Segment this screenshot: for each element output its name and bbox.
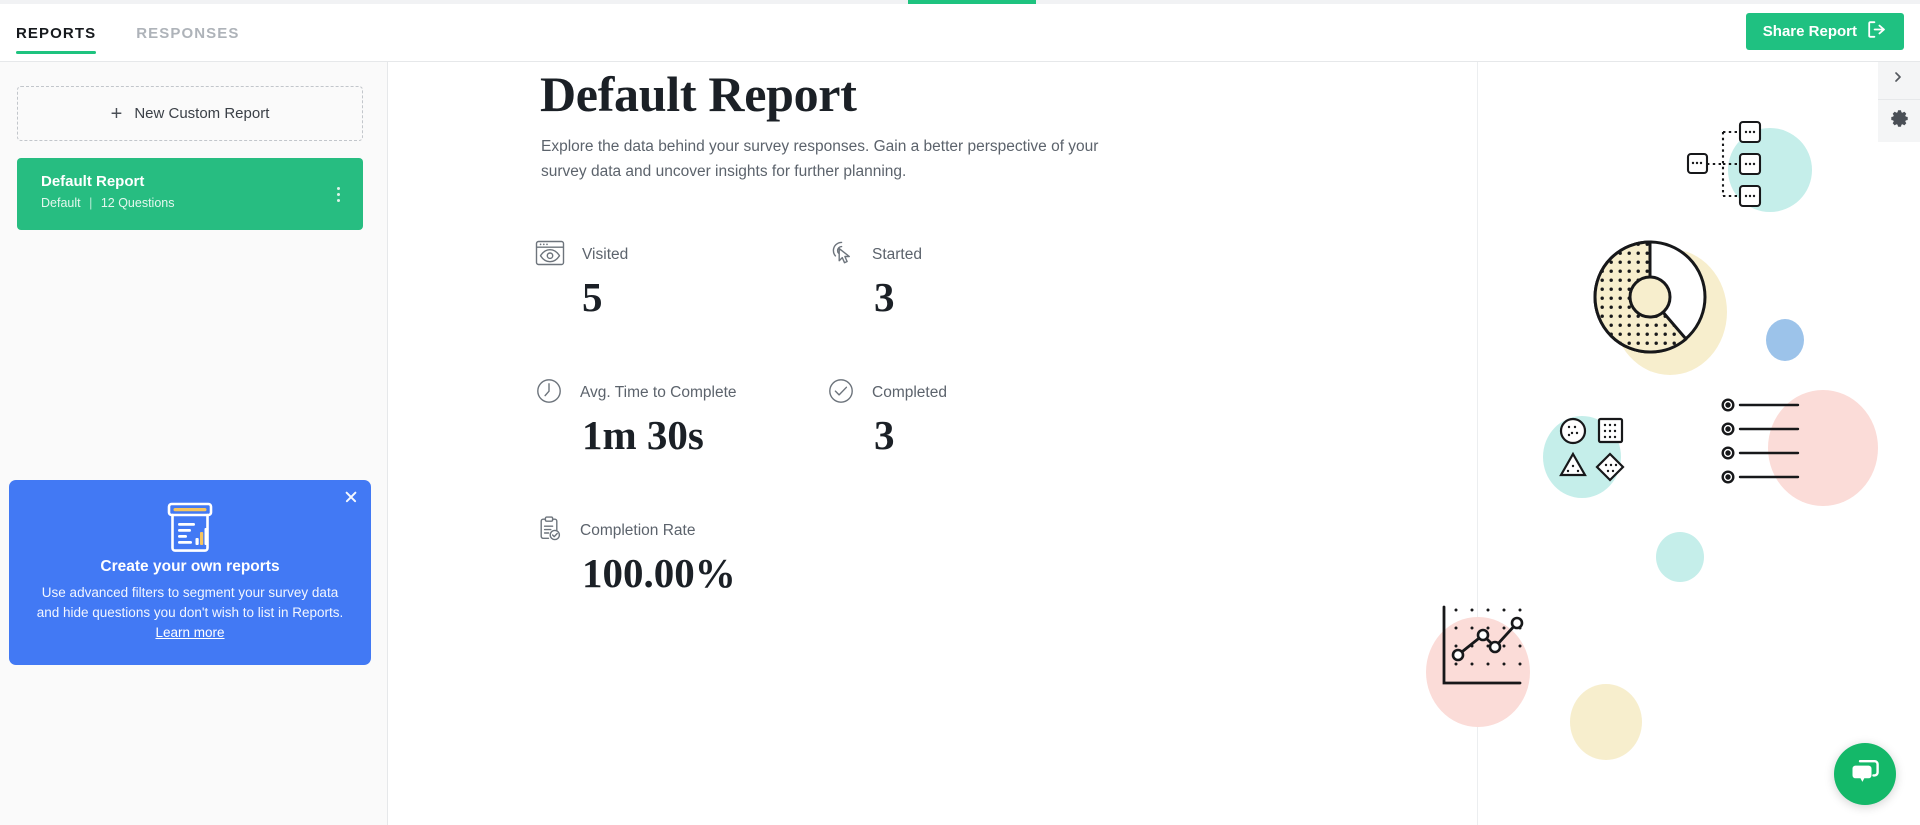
sidebar-item-default-report[interactable]: Default Report Default | 12 Questions — [17, 158, 363, 230]
page-title: Default Report — [540, 66, 857, 122]
tab-reports[interactable]: REPORTS — [16, 0, 97, 62]
stat-avg-time-label: Avg. Time to Complete — [580, 384, 737, 401]
clipboard-check-icon — [534, 514, 564, 549]
stat-completed-label: Completed — [872, 384, 947, 401]
rail-settings-button[interactable] — [1878, 100, 1920, 142]
blob-mint-mid — [1543, 416, 1621, 498]
new-custom-report-button[interactable]: + New Custom Report — [17, 86, 363, 141]
browser-eye-icon — [534, 239, 566, 272]
stats-row-3: Completion Rate 100.00% — [534, 514, 1054, 598]
shapes-dots — [1566, 423, 1618, 473]
kebab-menu-icon[interactable] — [329, 184, 347, 204]
line-chart-icon — [1442, 605, 1524, 685]
new-custom-report-label: New Custom Report — [134, 105, 270, 122]
gear-icon — [1890, 109, 1909, 133]
check-circle-icon — [826, 376, 856, 411]
right-settings-rail — [1878, 62, 1920, 825]
sitemap-icon — [1686, 120, 1762, 208]
promo-title: Create your own reports — [100, 558, 280, 575]
click-cursor-icon — [826, 238, 856, 273]
blob-mint-top — [1728, 128, 1812, 212]
report-card-meta: Default | 12 Questions — [41, 196, 175, 210]
plus-icon: + — [110, 102, 123, 125]
report-card-type: Default — [41, 196, 81, 210]
stat-visited-value: 5 — [582, 274, 603, 320]
stat-avg-time: Avg. Time to Complete 1m 30s — [534, 378, 826, 460]
stats-row-1: Visited 5 Started 3 — [534, 240, 1054, 322]
progress-bar-fill — [908, 0, 1036, 4]
page-description: Explore the data behind your survey resp… — [541, 138, 1099, 180]
report-card-title: Default Report — [41, 173, 145, 190]
chevron-icon — [1892, 71, 1907, 91]
blob-blue — [1766, 319, 1804, 361]
tab-reports-label: REPORTS — [16, 24, 97, 42]
nav-tabs: REPORTS RESPONSES — [16, 0, 239, 62]
stat-completion-rate-label: Completion Rate — [580, 522, 696, 539]
report-card-question-count: 12 Questions — [100, 196, 175, 210]
chat-widget-button[interactable] — [1834, 743, 1896, 805]
report-dashboard-icon — [9, 502, 371, 554]
promo-body: Use advanced filters to segment your sur… — [35, 583, 345, 643]
promo-card: Create your own reports Use advanced fil… — [9, 480, 371, 665]
donut-chart-icon — [1593, 240, 1707, 354]
stat-started: Started 3 — [826, 240, 1054, 322]
share-report-button[interactable]: Share Report — [1745, 13, 1904, 50]
stat-completed-value: 3 — [874, 412, 895, 458]
sitemap-dots — [1691, 130, 1756, 198]
stats-grid: Visited 5 Started 3 Avg. Time to Complet… — [534, 240, 1054, 598]
tab-responses-label: RESPONSES — [136, 24, 240, 42]
stat-completed: Completed 3 — [826, 378, 1054, 460]
chat-bubbles-icon — [1849, 757, 1881, 792]
report-main-panel: Default Report Explore the data behind y… — [388, 62, 1878, 825]
blob-cream — [1613, 249, 1727, 375]
blob-pink-bottom — [1426, 617, 1530, 727]
stats-row-2: Avg. Time to Complete 1m 30s Completed 3 — [534, 378, 1054, 460]
promo-body-text: Use advanced filters to segment your sur… — [36, 585, 344, 620]
clock-icon — [534, 376, 564, 411]
blob-mint-small — [1656, 532, 1704, 582]
promo-learn-more-link[interactable]: Learn more — [155, 625, 224, 640]
stat-visited: Visited 5 — [534, 240, 826, 322]
reports-sidebar: + New Custom Report Default Report Defau… — [0, 62, 388, 825]
stat-started-label: Started — [872, 246, 922, 263]
blob-cream-bottom — [1570, 684, 1642, 760]
stat-completion-rate-value: 100.00% — [582, 550, 736, 596]
list-icon — [1721, 398, 1800, 484]
stat-started-value: 3 — [874, 274, 895, 320]
top-header: REPORTS RESPONSES Share Report — [0, 0, 1920, 62]
share-report-label: Share Report — [1762, 23, 1857, 40]
decorative-illustration — [1348, 62, 1878, 825]
stat-visited-label: Visited — [582, 246, 629, 263]
page-load-progress — [0, 0, 1920, 4]
exit-arrow-icon — [1868, 21, 1887, 42]
tab-responses[interactable]: RESPONSES — [136, 0, 239, 62]
blob-pink — [1768, 390, 1878, 506]
shapes-icon — [1559, 417, 1625, 482]
stat-avg-time-value: 1m 30s — [582, 412, 704, 458]
rail-chevron-button[interactable] — [1878, 62, 1920, 100]
reports-page: REPORTS RESPONSES Share Report + New Cus… — [0, 0, 1920, 825]
stat-completion-rate: Completion Rate 100.00% — [534, 514, 826, 598]
report-card-separator: | — [89, 196, 93, 210]
